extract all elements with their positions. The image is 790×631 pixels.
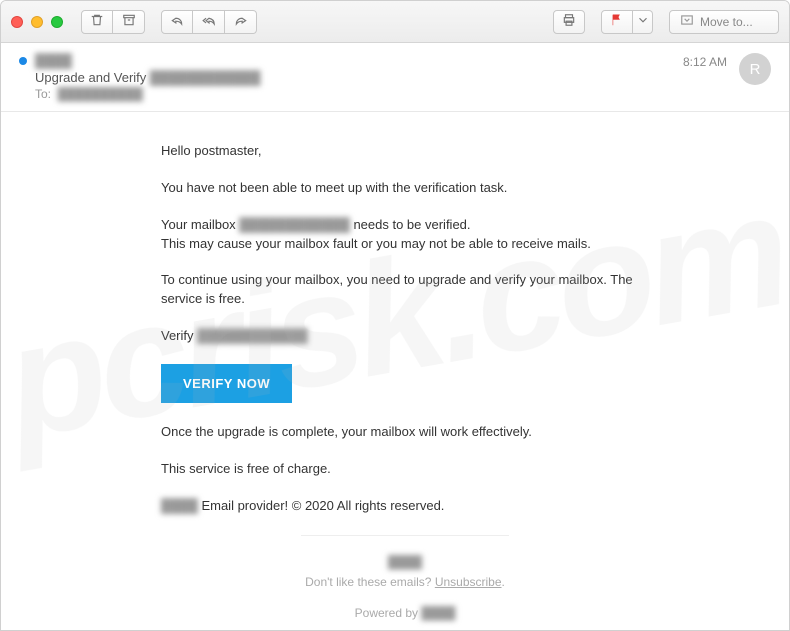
move-to-label: Move to... — [700, 15, 753, 29]
flag-group — [601, 10, 653, 34]
to-value: ██████████ — [58, 87, 143, 101]
print-button[interactable] — [553, 10, 585, 34]
subject-redacted: ████████████ — [150, 70, 261, 85]
body-p2: Your mailbox ████████████ needs to be ve… — [161, 216, 649, 235]
reply-icon — [170, 13, 184, 30]
body-greeting: Hello postmaster, — [161, 142, 649, 161]
avatar-initial: R — [750, 61, 761, 78]
message-footer: ████ Don't like these emails? Unsubscrib… — [301, 535, 509, 629]
close-window-button[interactable] — [11, 16, 23, 28]
archive-button[interactable] — [113, 10, 145, 34]
reply-button[interactable] — [161, 10, 193, 34]
message-body: Hello postmaster, You have not been able… — [1, 112, 789, 629]
flag-dropdown-button[interactable] — [633, 10, 653, 34]
avatar: R — [739, 53, 771, 85]
verify-now-button[interactable]: VERIFY NOW — [161, 364, 292, 403]
body-p1: You have not been able to meet up with t… — [161, 179, 649, 198]
body-p8-redacted: ████ — [161, 497, 198, 516]
zoom-window-button[interactable] — [51, 16, 63, 28]
archive-icon — [122, 13, 136, 30]
body-p3: This may cause your mailbox fault or you… — [161, 235, 649, 254]
titlebar: Move to... — [1, 1, 789, 43]
move-icon — [680, 13, 694, 30]
footer-redacted-1: ████ — [388, 554, 422, 571]
chevron-down-icon — [636, 13, 650, 30]
minimize-window-button[interactable] — [31, 16, 43, 28]
body-p8: ████ Email provider! © 2020 All rights r… — [161, 497, 649, 516]
body-p5-redacted: ████████████ — [197, 327, 308, 346]
forward-icon — [234, 13, 248, 30]
window-controls — [11, 16, 63, 28]
footer-redacted-2: ████ — [421, 605, 455, 622]
powered-by-text: Powered by — [355, 606, 422, 620]
body-p5: Verify ████████████ — [161, 327, 649, 346]
unread-indicator-icon — [19, 57, 27, 65]
flag-button[interactable] — [601, 10, 633, 34]
body-p4: To continue using your mailbox, you need… — [161, 271, 649, 309]
forward-button[interactable] — [225, 10, 257, 34]
to-label: To: — [35, 87, 51, 101]
sender-name: ████ — [35, 53, 72, 68]
footer-text: Don't like these emails? — [305, 575, 435, 589]
mail-window: Move to... ████ Upgrade and Verify █████… — [0, 0, 790, 631]
body-p7: This service is free of charge. — [161, 460, 649, 479]
subject-row: Upgrade and Verify ████████████ — [35, 70, 683, 85]
reply-all-button[interactable] — [193, 10, 225, 34]
body-p6: Once the upgrade is complete, your mailb… — [161, 423, 649, 442]
move-to-button[interactable]: Move to... — [669, 10, 779, 34]
trash-icon — [90, 13, 104, 30]
sender-row: ████ — [19, 53, 683, 68]
unsubscribe-link[interactable]: Unsubscribe — [435, 575, 502, 589]
body-p2-redacted: ████████████ — [239, 216, 350, 235]
reply-group — [161, 10, 257, 34]
message-header: ████ Upgrade and Verify ████████████ To:… — [1, 43, 789, 112]
delete-button[interactable] — [81, 10, 113, 34]
message-time: 8:12 AM — [683, 55, 727, 69]
flag-icon — [610, 13, 624, 30]
print-icon — [562, 13, 576, 30]
subject-text: Upgrade and Verify — [35, 70, 150, 85]
delete-group — [81, 10, 145, 34]
reply-all-icon — [202, 13, 216, 30]
to-row: To: ██████████ — [35, 87, 683, 101]
